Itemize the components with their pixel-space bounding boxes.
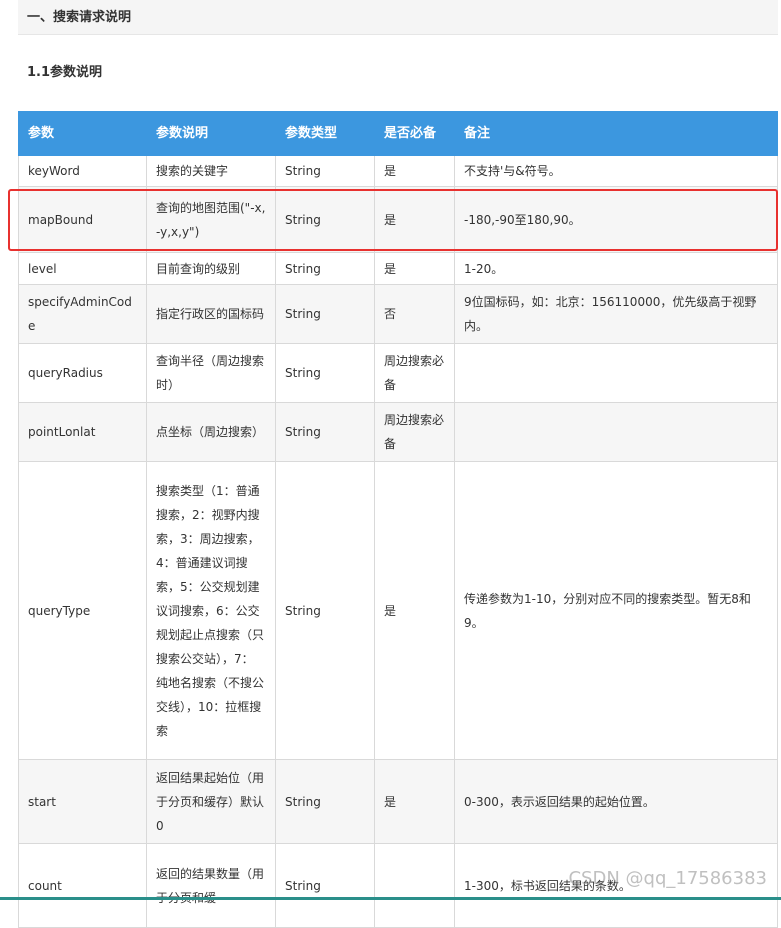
cell-param: level: [18, 252, 147, 285]
cell-desc: 目前查询的级别: [146, 252, 276, 285]
cell-param: queryRadius: [18, 343, 147, 403]
header-required: 是否必备: [374, 111, 455, 156]
cell-required: 是: [374, 759, 455, 844]
cell-param: pointLonlat: [18, 402, 147, 462]
header-param: 参数: [18, 111, 147, 156]
cell-required: 是: [374, 252, 455, 285]
table-row: queryType 搜索类型（1：普通搜索，2：视野内搜索，3：周边搜索，4：普…: [18, 461, 778, 760]
cell-desc: 搜索的关键字: [146, 155, 276, 187]
table-row: specifyAdminCode 指定行政区的国标码 String 否 9位国标…: [18, 284, 778, 344]
table-row: queryRadius 查询半径（周边搜索时） String 周边搜索必备: [18, 343, 778, 403]
cell-desc: 搜索类型（1：普通搜索，2：视野内搜索，3：周边搜索，4：普通建议词搜索，5：公…: [146, 461, 276, 760]
cell-required: 周边搜索必备: [374, 343, 455, 403]
cell-type: String: [275, 155, 375, 187]
cell-note: 不支持'与&符号。: [454, 155, 778, 187]
table-row: mapBound 查询的地图范围("-x,-y,x,y") String 是 -…: [18, 186, 778, 253]
cell-note: 1-20。: [454, 252, 778, 285]
cell-type: String: [275, 843, 375, 928]
cell-desc: 查询的地图范围("-x,-y,x,y"): [146, 186, 276, 253]
table-row: keyWord 搜索的关键字 String 是 不支持'与&符号。: [18, 155, 778, 187]
cell-desc: 返回的结果数量（用于分页和缓: [146, 843, 276, 928]
cell-required: [374, 843, 455, 928]
cell-type: String: [275, 186, 375, 253]
header-type: 参数类型: [275, 111, 375, 156]
table-header-row: 参数 参数说明 参数类型 是否必备 备注: [18, 111, 778, 156]
cell-desc: 返回结果起始位（用于分页和缓存）默认0: [146, 759, 276, 844]
cell-required: 是: [374, 155, 455, 187]
cell-type: String: [275, 759, 375, 844]
cell-param: keyWord: [18, 155, 147, 187]
subsection-title: 1.1参数说明: [27, 65, 103, 80]
cell-note: 传递参数为1-10，分别对应不同的搜索类型。暂无8和9。: [454, 461, 778, 760]
cell-desc: 查询半径（周边搜索时）: [146, 343, 276, 403]
cell-note: -180,-90至180,90。: [454, 186, 778, 253]
cell-desc: 指定行政区的国标码: [146, 284, 276, 344]
table-row: level 目前查询的级别 String 是 1-20。: [18, 252, 778, 285]
header-desc: 参数说明: [146, 111, 276, 156]
cell-note: [454, 402, 778, 462]
cell-note: 0-300，表示返回结果的起始位置。: [454, 759, 778, 844]
section-title: 一、搜索请求说明: [18, 0, 778, 35]
cell-param: queryType: [18, 461, 147, 760]
cell-param: start: [18, 759, 147, 844]
cell-param: mapBound: [18, 186, 147, 253]
cell-required: 是: [374, 186, 455, 253]
cell-param: count: [18, 843, 147, 928]
cell-type: String: [275, 284, 375, 344]
cell-required: 否: [374, 284, 455, 344]
cell-type: String: [275, 402, 375, 462]
cell-required: 周边搜索必备: [374, 402, 455, 462]
cell-type: String: [275, 343, 375, 403]
header-note: 备注: [454, 111, 778, 156]
table-row: start 返回结果起始位（用于分页和缓存）默认0 String 是 0-300…: [18, 759, 778, 844]
cell-type: String: [275, 252, 375, 285]
cell-desc: 点坐标（周边搜索）: [146, 402, 276, 462]
cell-note: 9位国标码，如：北京：156110000，优先级高于视野内。: [454, 284, 778, 344]
cell-type: String: [275, 461, 375, 760]
cell-note: [454, 343, 778, 403]
cell-required: 是: [374, 461, 455, 760]
table-row: pointLonlat 点坐标（周边搜索） String 周边搜索必备: [18, 402, 778, 462]
parameter-table: 参数 参数说明 参数类型 是否必备 备注 keyWord 搜索的关键字 Stri…: [18, 111, 778, 928]
cell-param: specifyAdminCode: [18, 284, 147, 344]
watermark: CSDN @qq_17586383: [568, 868, 767, 889]
